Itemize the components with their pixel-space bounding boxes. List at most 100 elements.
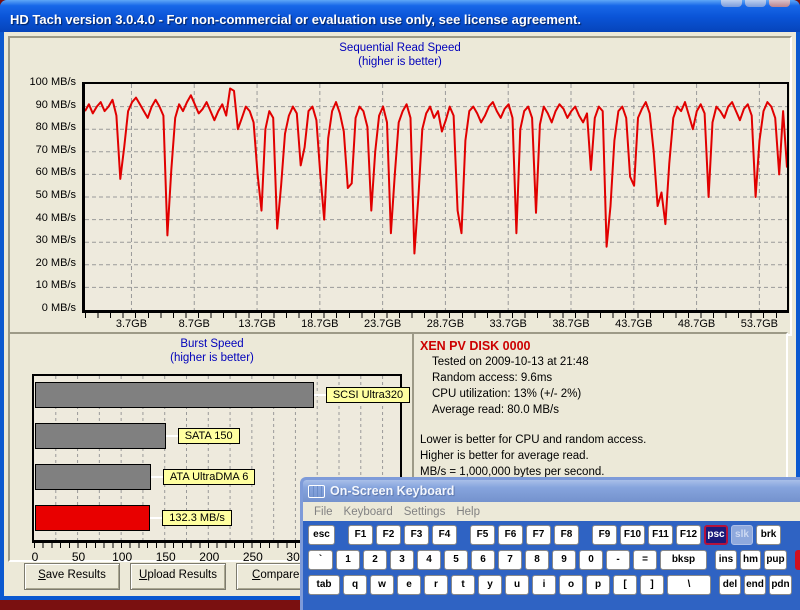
upload-results-button[interactable]: Upload Results — [130, 563, 226, 590]
x-tick-label: 8.7GB — [164, 318, 224, 330]
key-f5[interactable]: F5 — [470, 525, 495, 545]
menu-file[interactable]: File — [314, 506, 333, 518]
bar-row: SATA 150 — [35, 423, 240, 449]
key-row: esc F1F2F3F4 F5F6F7F8 F9F10F11F12pscslkbrk — [308, 525, 800, 545]
key-f4[interactable]: F4 — [432, 525, 457, 545]
bar-label: SATA 150 — [178, 428, 240, 444]
key-ins[interactable]: ins — [715, 550, 737, 570]
y-tick-label: 0 MB/s — [12, 302, 76, 314]
cpu-utilization: CPU utilization: 13% (+/- 2%) — [420, 386, 786, 402]
bar-sata-150 — [35, 423, 166, 449]
key-psc[interactable]: psc — [704, 525, 728, 545]
key-f10[interactable]: F10 — [620, 525, 645, 545]
key-q[interactable]: q — [343, 575, 367, 595]
y-tick-label: 70 MB/s — [12, 144, 76, 156]
bar-label-connector — [314, 394, 326, 396]
key-1[interactable]: 1 — [336, 550, 360, 570]
x-tick-label: 38.7GB — [541, 318, 601, 330]
key-bksp[interactable]: bksp — [660, 550, 707, 570]
bar-label-connector — [166, 435, 178, 437]
device-name: XEN PV DISK 0000 — [420, 338, 786, 354]
save-results-button[interactable]: Save Results — [24, 563, 120, 590]
key-6[interactable]: 6 — [471, 550, 495, 570]
average-read: Average read: 80.0 MB/s — [420, 402, 786, 418]
key-f1[interactable]: F1 — [348, 525, 373, 545]
key-f7[interactable]: F7 — [526, 525, 551, 545]
key-brk[interactable]: brk — [756, 525, 781, 545]
menu-keyboard[interactable]: Keyboard — [344, 506, 393, 518]
osk-titlebar[interactable]: On-Screen Keyboard — [303, 480, 800, 502]
key-pdn[interactable]: pdn — [769, 575, 792, 595]
key-f9[interactable]: F9 — [592, 525, 617, 545]
key-f2[interactable]: F2 — [376, 525, 401, 545]
x-tick-label: 53.7GB — [729, 318, 789, 330]
on-screen-keyboard-window: On-Screen Keyboard File Keyboard Setting… — [300, 477, 800, 610]
key-r[interactable]: r — [424, 575, 448, 595]
key-f12[interactable]: F12 — [676, 525, 701, 545]
key-f8[interactable]: F8 — [554, 525, 579, 545]
key-t[interactable]: t — [451, 575, 475, 595]
key-esc[interactable]: esc — [308, 525, 335, 545]
bar-label: ATA UltraDMA 6 — [163, 469, 255, 485]
x-tick-label: 3.7GB — [101, 318, 161, 330]
menu-help[interactable]: Help — [456, 506, 480, 518]
key-row: `1234567890-=bkspinshmpup — [308, 550, 800, 570]
key-bracket-open[interactable]: [ — [613, 575, 637, 595]
bar-label: 132.3 MB/s — [162, 510, 232, 526]
key-row: tabqwertyuiop[]\ delendpdn — [308, 575, 800, 595]
key-e[interactable]: e — [397, 575, 421, 595]
tested-on: Tested on 2009-10-13 at 21:48 — [420, 354, 786, 370]
key-tab[interactable]: tab — [308, 575, 340, 595]
key-f11[interactable]: F11 — [648, 525, 673, 545]
key-3[interactable]: 3 — [390, 550, 414, 570]
osk-title: On-Screen Keyboard — [330, 484, 454, 498]
key-backtick[interactable]: ` — [308, 550, 333, 570]
y-tick-label: 20 MB/s — [12, 257, 76, 269]
maximize-button[interactable] — [745, 0, 766, 7]
close-button[interactable] — [769, 0, 790, 7]
menu-settings[interactable]: Settings — [404, 506, 446, 518]
key-f3[interactable]: F3 — [404, 525, 429, 545]
sequential-x-minor-ticks — [85, 313, 787, 318]
key-i[interactable]: i — [532, 575, 556, 595]
key-o[interactable]: o — [559, 575, 583, 595]
key-f6[interactable]: F6 — [498, 525, 523, 545]
bar-label-connector — [151, 476, 163, 478]
key-u[interactable]: u — [505, 575, 529, 595]
key-5[interactable]: 5 — [444, 550, 468, 570]
bar-132-3-mb-s — [35, 505, 150, 531]
key-bracket-close[interactable]: ] — [640, 575, 664, 595]
bar-row: ATA UltraDMA 6 — [35, 464, 255, 490]
key-end[interactable]: end — [744, 575, 766, 595]
x-tick-label: 18.7GB — [290, 318, 350, 330]
bar-label: SCSI Ultra320 — [326, 387, 410, 403]
key-0[interactable]: 0 — [579, 550, 603, 570]
hdtach-titlebar[interactable]: HD Tach version 3.0.4.0 - For non-commer… — [0, 0, 800, 32]
sequential-read-plot — [82, 82, 789, 313]
bar-ata-ultradma-6 — [35, 464, 151, 490]
y-tick-label: 90 MB/s — [12, 99, 76, 111]
key-2[interactable]: 2 — [363, 550, 387, 570]
key-slk[interactable]: slk — [731, 525, 753, 545]
key-del[interactable]: del — [719, 575, 741, 595]
sequential-chart-title: Sequential Read Speed (higher is better) — [10, 41, 790, 69]
key-w[interactable]: w — [370, 575, 394, 595]
x-tick-label: 48.7GB — [667, 318, 727, 330]
key-9[interactable]: 9 — [552, 550, 576, 570]
note-higher-better: Higher is better for average read. — [420, 448, 786, 464]
key-pup[interactable]: pup — [764, 550, 787, 570]
y-tick-label: 30 MB/s — [12, 234, 76, 246]
key-minus[interactable]: - — [606, 550, 630, 570]
key-7[interactable]: 7 — [498, 550, 522, 570]
minimize-button[interactable] — [721, 0, 742, 7]
key-4[interactable]: 4 — [417, 550, 441, 570]
key-y[interactable]: y — [478, 575, 502, 595]
key-equals[interactable]: = — [633, 550, 657, 570]
key-backslash[interactable]: \ — [667, 575, 711, 595]
random-access: Random access: 9.6ms — [420, 370, 786, 386]
osk-key-area: esc F1F2F3F4 F5F6F7F8 F9F10F11F12pscslkbrk `… — [303, 521, 800, 595]
key-p[interactable]: p — [586, 575, 610, 595]
y-tick-label: 40 MB/s — [12, 212, 76, 224]
key-hm[interactable]: hm — [740, 550, 761, 570]
key-8[interactable]: 8 — [525, 550, 549, 570]
